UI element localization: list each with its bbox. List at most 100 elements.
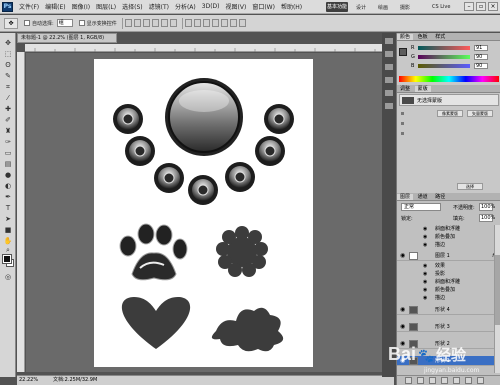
document-tab[interactable]: 未标题-1 @ 22.2% (图层 1, RGB/8) (17, 33, 117, 43)
cs-live-button[interactable]: CS Live (432, 2, 460, 12)
distribute-hcenter-icon[interactable] (220, 19, 228, 27)
align-top-icon[interactable] (124, 19, 132, 27)
vector-mask-button[interactable]: 矢量蒙版 (467, 110, 493, 117)
layer-row[interactable]: ◉ 图层 1 fx (397, 251, 500, 261)
layer-row[interactable]: ◉ 形状 2 (397, 339, 500, 349)
align-hcenter-icon[interactable] (160, 19, 168, 27)
layer-effect-row[interactable]: ◉ 描边 (409, 295, 499, 302)
layers-scroll-thumb[interactable] (495, 255, 500, 325)
eye-icon[interactable]: ◉ (423, 279, 427, 286)
align-left-icon[interactable] (151, 19, 159, 27)
maximize-icon[interactable]: ▫ (476, 2, 486, 11)
layer-effect-row[interactable]: ◉ 投影 (409, 271, 499, 278)
layer-effect-row[interactable]: ◉ 效果 (409, 263, 499, 270)
hand-tool-icon[interactable]: ✋ (3, 237, 13, 245)
move-tool-preset-icon[interactable]: ✥ (4, 17, 18, 29)
zoom-tool-icon[interactable]: ⌕ (3, 246, 13, 254)
workspace-photography[interactable]: 摄影 (400, 4, 410, 11)
slider-red-track[interactable] (418, 46, 470, 50)
zoom-level[interactable]: 22.22% (19, 376, 38, 385)
slider-red-value[interactable]: 91 (474, 45, 488, 51)
menu-select[interactable]: 选择(S) (122, 2, 143, 11)
layers-scrollbar[interactable] (494, 225, 500, 373)
minimize-icon[interactable]: – (464, 2, 474, 11)
document-canvas[interactable] (94, 59, 313, 367)
align-vcenter-icon[interactable] (133, 19, 141, 27)
menu-3d[interactable]: 3D(D) (202, 3, 220, 10)
workspace-design[interactable]: 设计 (356, 4, 366, 11)
layer-row-selected[interactable]: ◉ 形状 1 (397, 356, 500, 366)
add-style-icon[interactable] (417, 377, 424, 384)
type-tool-icon[interactable]: T (3, 204, 13, 212)
distribute-bottom-icon[interactable] (202, 19, 210, 27)
auto-align-icon[interactable] (238, 19, 246, 27)
path-select-tool-icon[interactable]: ➤ (3, 215, 13, 223)
eye-icon[interactable]: ◉ (400, 324, 406, 330)
workspace-painting[interactable]: 绘画 (378, 4, 388, 11)
eye-icon[interactable]: ◉ (400, 358, 406, 364)
tab-swatches[interactable]: 色板 (415, 34, 431, 40)
menu-window[interactable]: 窗口(W) (252, 2, 275, 11)
distribute-left-icon[interactable] (211, 19, 219, 27)
shape-tool-icon[interactable]: ■ (3, 226, 13, 234)
tab-color[interactable]: 颜色 (397, 34, 414, 40)
distribute-vcenter-icon[interactable] (193, 19, 201, 27)
distribute-top-icon[interactable] (184, 19, 192, 27)
layer-effect-row[interactable]: ◉ 斜面和浮雕 (409, 279, 499, 286)
link-layers-icon[interactable] (405, 377, 412, 384)
eyedropper-tool-icon[interactable]: ⁄ (3, 94, 13, 102)
healing-brush-tool-icon[interactable]: ✚ (3, 105, 13, 113)
tab-paths[interactable]: 路径 (432, 194, 448, 200)
layer-effect-row[interactable]: ◉ 颜色叠加 (409, 287, 499, 294)
auto-select-checkbox[interactable] (24, 20, 30, 26)
tab-styles[interactable]: 样式 (432, 34, 448, 40)
dodge-tool-icon[interactable]: ◐ (3, 182, 13, 190)
tab-layers[interactable]: 图层 (397, 194, 414, 200)
history-brush-tool-icon[interactable]: ✑ (3, 138, 13, 146)
eye-icon[interactable]: ◉ (423, 226, 427, 233)
document-info[interactable]: 文档:2.25M/32.9M (53, 376, 97, 385)
align-bottom-icon[interactable] (142, 19, 150, 27)
marquee-tool-icon[interactable]: ⬚ (3, 50, 13, 58)
canvas-area[interactable] (26, 53, 394, 372)
new-layer-icon[interactable] (465, 377, 472, 384)
menu-layer[interactable]: 图层(L) (96, 2, 116, 11)
menu-filter[interactable]: 滤镜(T) (149, 2, 169, 11)
eye-icon[interactable]: ◉ (400, 341, 406, 347)
auto-select-target-select[interactable]: 组 (56, 19, 73, 27)
quick-select-tool-icon[interactable]: ✎ (3, 72, 13, 80)
delete-layer-icon[interactable] (477, 377, 484, 384)
slider-blue-track[interactable] (418, 64, 470, 68)
add-mask-icon[interactable] (429, 377, 436, 384)
layer-row[interactable]: ◉ 形状 4 (397, 305, 500, 315)
eye-icon[interactable]: ◉ (400, 253, 406, 259)
align-right-icon[interactable] (169, 19, 177, 27)
foreground-color-swatch[interactable] (2, 254, 12, 264)
eye-icon[interactable]: ◉ (423, 287, 427, 294)
eye-icon[interactable]: ◉ (423, 263, 427, 270)
slider-green-value[interactable]: 90 (474, 54, 488, 60)
menu-file[interactable]: 文件(F) (19, 2, 39, 11)
menu-image[interactable]: 图像(I) (72, 2, 90, 11)
menu-edit[interactable]: 编辑(E) (45, 2, 65, 11)
quick-mask-icon[interactable]: ◎ (3, 273, 13, 281)
slider-green-track[interactable] (418, 55, 470, 59)
layer-row[interactable]: ◉ 形状 3 (397, 322, 500, 332)
blur-tool-icon[interactable]: ● (3, 171, 13, 179)
color-spectrum-bar[interactable] (399, 76, 499, 82)
eye-icon[interactable]: ◉ (423, 242, 427, 249)
fill-input[interactable]: 100% (479, 214, 495, 222)
pixel-mask-button[interactable]: 像素蒙版 (437, 110, 463, 117)
tab-channels[interactable]: 通道 (415, 194, 431, 200)
workspace-basic-button[interactable]: 基本功能 (326, 2, 348, 12)
distribute-right-icon[interactable] (229, 19, 237, 27)
eye-icon[interactable]: ◉ (423, 295, 427, 302)
tab-adjustments[interactable]: 调整 (397, 86, 413, 92)
eye-icon[interactable]: ◉ (423, 271, 427, 278)
gradient-tool-icon[interactable]: ▤ (3, 160, 13, 168)
layer-effect-row[interactable]: ◉ 描边 (409, 242, 499, 249)
tab-masks[interactable]: 蒙版 (414, 86, 431, 92)
slider-blue-value[interactable]: 90 (474, 63, 488, 69)
brush-tool-icon[interactable]: ✐ (3, 116, 13, 124)
eraser-tool-icon[interactable]: ▭ (3, 149, 13, 157)
